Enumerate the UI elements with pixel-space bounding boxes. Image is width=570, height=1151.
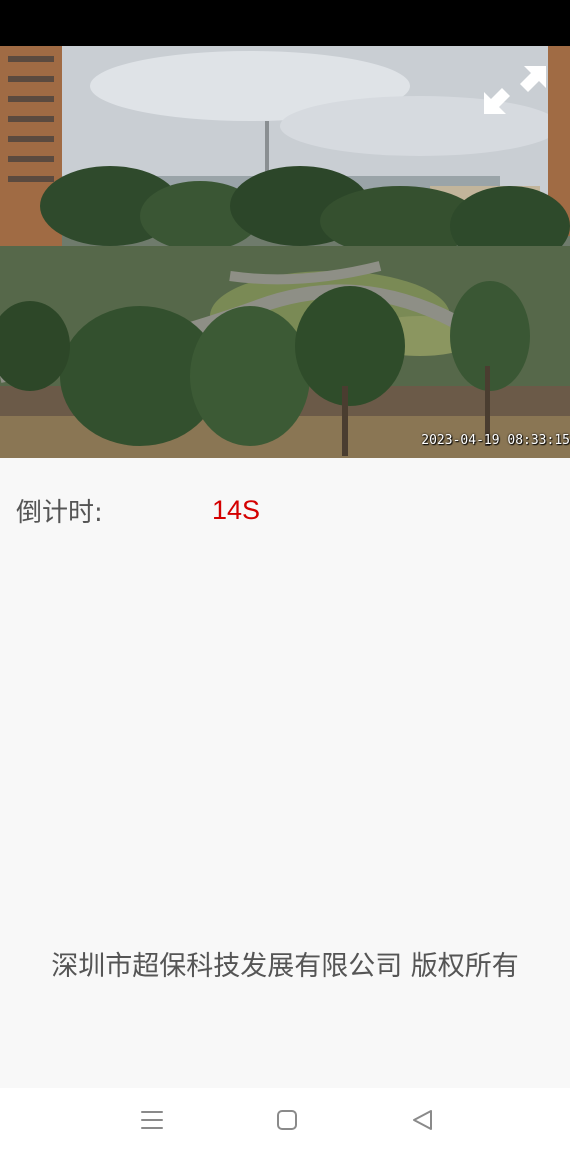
countdown-value: 14S xyxy=(212,494,261,525)
expand-arrows-icon[interactable] xyxy=(480,62,550,118)
countdown-label: 倒计时: xyxy=(16,497,103,528)
status-bar xyxy=(0,0,570,46)
home-square-icon[interactable] xyxy=(273,1106,301,1134)
countdown-row: 倒计时: 14S xyxy=(16,492,260,528)
camera-video-feed[interactable]: 2023-04-19 08:33:15 xyxy=(0,46,570,458)
system-navigation-bar xyxy=(0,1088,570,1151)
video-timestamp: 2023-04-19 08:33:15 xyxy=(421,433,570,448)
menu-lines-icon[interactable] xyxy=(138,1106,166,1134)
back-triangle-icon[interactable] xyxy=(409,1106,437,1134)
copyright-text: 深圳市超保科技发展有限公司 版权所有 xyxy=(51,951,519,982)
